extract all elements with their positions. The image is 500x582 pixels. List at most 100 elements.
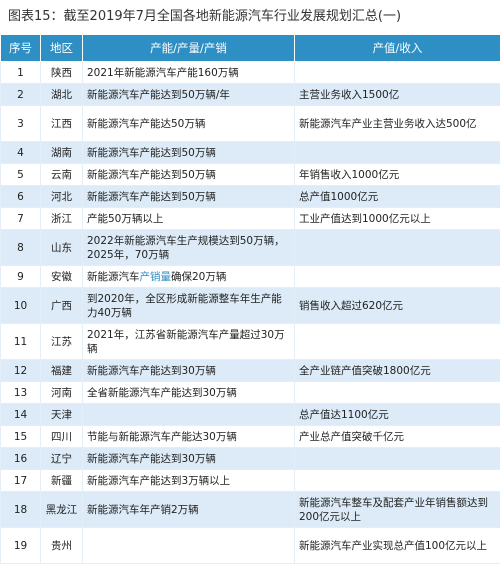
- cell-region: 山东: [40, 229, 83, 266]
- cell-index: 1: [0, 61, 41, 84]
- cell-region: 云南: [40, 163, 83, 186]
- cell-value: 总产值达1100亿元: [294, 403, 500, 426]
- cell-index: 5: [0, 163, 41, 186]
- table-row: 5 云南 新能源汽车产能达到50万辆 年销售收入1000亿元: [0, 163, 500, 186]
- cell-capacity: 新能源汽车年产销2万辆: [82, 491, 295, 528]
- table-row: 16 辽宁 新能源汽车产能达到30万辆: [0, 447, 500, 470]
- cell-region: 湖北: [40, 83, 83, 106]
- table-row: 19 贵州 新能源汽车产业实现总产值100亿元以上: [0, 527, 500, 564]
- table-row: 18 黑龙江 新能源汽车年产销2万辆 新能源汽车整车及配套产业年销售额达到200…: [0, 491, 500, 528]
- cell-capacity: 全省新能源汽车产能达到30万辆: [82, 381, 295, 404]
- cell-value: [294, 265, 500, 288]
- cell-index: 17: [0, 469, 41, 492]
- cell-value: 全产业链产值突破1800亿元: [294, 359, 500, 382]
- cell-region: 辽宁: [40, 447, 83, 470]
- cell-capacity: 2021年，江苏省新能源汽车产量超过30万辆: [82, 323, 295, 360]
- cell-value: [294, 141, 500, 164]
- cell-region: 安徽: [40, 265, 83, 288]
- table-row: 4 湖南 新能源汽车产能达到50万辆: [0, 141, 500, 164]
- table-row: 2 湖北 新能源汽车产能达到50万辆/年 主营业务收入1500亿: [0, 83, 500, 106]
- capacity-highlight: 产销量: [139, 270, 172, 283]
- cell-capacity: 新能源汽车产能达到30万辆: [82, 447, 295, 470]
- table-row: 17 新疆 新能源汽车产能达到3万辆以上: [0, 469, 500, 492]
- capacity-text: 确保20万辆: [171, 270, 227, 283]
- table-row: 8 山东 2022年新能源汽车生产规模达到50万辆，2025年，70万辆: [0, 229, 500, 266]
- cell-capacity: 新能源汽车产能达到50万辆: [82, 163, 295, 186]
- cell-region: 湖南: [40, 141, 83, 164]
- cell-capacity: 新能源汽车产能达到30万辆: [82, 359, 295, 382]
- cell-index: 2: [0, 83, 41, 106]
- cell-capacity: 新能源汽车产能达到3万辆以上: [82, 469, 295, 492]
- cell-value: 总产值1000亿元: [294, 185, 500, 208]
- cell-capacity: 新能源汽车产能达到50万辆/年: [82, 83, 295, 106]
- cell-capacity: 到2020年，全区形成新能源整车年生产能力40万辆: [82, 287, 295, 324]
- table-row: 3 江西 新能源汽车产能达50万辆 新能源汽车产业主营业务收入达500亿: [0, 105, 500, 142]
- table-row: 6 河北 新能源汽车产能达到50万辆 总产值1000亿元: [0, 185, 500, 208]
- cell-capacity: [82, 403, 295, 426]
- table-row: 15 四川 节能与新能源汽车产能达30万辆 产业总产值突破千亿元: [0, 425, 500, 448]
- cell-region: 新疆: [40, 469, 83, 492]
- cell-capacity: 新能源汽车产能达50万辆: [82, 105, 295, 142]
- cell-value: [294, 229, 500, 266]
- cell-index: 10: [0, 287, 41, 324]
- capacity-text: 新能源汽车: [87, 270, 140, 283]
- table-header-row: 序号 地区 产能/产量/产销 产值/收入: [0, 34, 500, 62]
- cell-index: 15: [0, 425, 41, 448]
- cell-value: [294, 469, 500, 492]
- cell-value: [294, 323, 500, 360]
- cell-capacity: 产能50万辆以上: [82, 207, 295, 230]
- cell-index: 14: [0, 403, 41, 426]
- cell-region: 天津: [40, 403, 83, 426]
- cell-value: [294, 61, 500, 84]
- header-index: 序号: [0, 34, 41, 62]
- cell-region: 四川: [40, 425, 83, 448]
- cell-capacity: 新能源汽车产能达到50万辆: [82, 141, 295, 164]
- cell-capacity: 2021年新能源汽车产能160万辆: [82, 61, 295, 84]
- cell-region: 河南: [40, 381, 83, 404]
- cell-region: 黑龙江: [40, 491, 83, 528]
- cell-value: [294, 447, 500, 470]
- cell-capacity: 新能源汽车产销量确保20万辆: [82, 265, 295, 288]
- cell-region: 江西: [40, 105, 83, 142]
- cell-capacity: 节能与新能源汽车产能达30万辆: [82, 425, 295, 448]
- table-row: 1 陕西 2021年新能源汽车产能160万辆: [0, 61, 500, 84]
- header-value: 产值/收入: [294, 34, 500, 62]
- cell-region: 陕西: [40, 61, 83, 84]
- cell-value: 主营业务收入1500亿: [294, 83, 500, 106]
- cell-region: 广西: [40, 287, 83, 324]
- cell-index: 9: [0, 265, 41, 288]
- page-title: 图表15：截至2019年7月全国各地新能源汽车行业发展规划汇总(一): [8, 9, 402, 24]
- cell-index: 6: [0, 185, 41, 208]
- cell-value: 销售收入超过620亿元: [294, 287, 500, 324]
- cell-value: 新能源汽车整车及配套产业年销售额达到200亿元以上: [294, 491, 500, 528]
- table-row: 11 江苏 2021年，江苏省新能源汽车产量超过30万辆: [0, 323, 500, 360]
- cell-index: 8: [0, 229, 41, 266]
- cell-value: [294, 381, 500, 404]
- table-row: 9 安徽 新能源汽车产销量确保20万辆: [0, 265, 500, 288]
- cell-value: 产业总产值突破千亿元: [294, 425, 500, 448]
- cell-index: 18: [0, 491, 41, 528]
- cell-region: 福建: [40, 359, 83, 382]
- cell-index: 16: [0, 447, 41, 470]
- table-row: 12 福建 新能源汽车产能达到30万辆 全产业链产值突破1800亿元: [0, 359, 500, 382]
- table-row: 13 河南 全省新能源汽车产能达到30万辆: [0, 381, 500, 404]
- cell-capacity: 2022年新能源汽车生产规模达到50万辆，2025年，70万辆: [82, 229, 295, 266]
- header-capacity: 产能/产量/产销: [82, 34, 295, 62]
- cell-index: 19: [0, 527, 41, 564]
- cell-region: 浙江: [40, 207, 83, 230]
- cell-index: 4: [0, 141, 41, 164]
- cell-value: 新能源汽车产业主营业务收入达500亿: [294, 105, 500, 142]
- cell-index: 13: [0, 381, 41, 404]
- cell-capacity: [82, 527, 295, 564]
- cell-region: 江苏: [40, 323, 83, 360]
- table-row: 7 浙江 产能50万辆以上 工业产值达到1000亿元以上: [0, 207, 500, 230]
- cell-index: 11: [0, 323, 41, 360]
- planning-table: 序号 地区 产能/产量/产销 产值/收入 1 陕西 2021年新能源汽车产能16…: [0, 34, 500, 564]
- table-row: 14 天津 总产值达1100亿元: [0, 403, 500, 426]
- cell-value: 新能源汽车产业实现总产值100亿元以上: [294, 527, 500, 564]
- header-region: 地区: [40, 34, 83, 62]
- table-row: 10 广西 到2020年，全区形成新能源整车年生产能力40万辆 销售收入超过62…: [0, 287, 500, 324]
- cell-capacity: 新能源汽车产能达到50万辆: [82, 185, 295, 208]
- cell-region: 贵州: [40, 527, 83, 564]
- cell-index: 3: [0, 105, 41, 142]
